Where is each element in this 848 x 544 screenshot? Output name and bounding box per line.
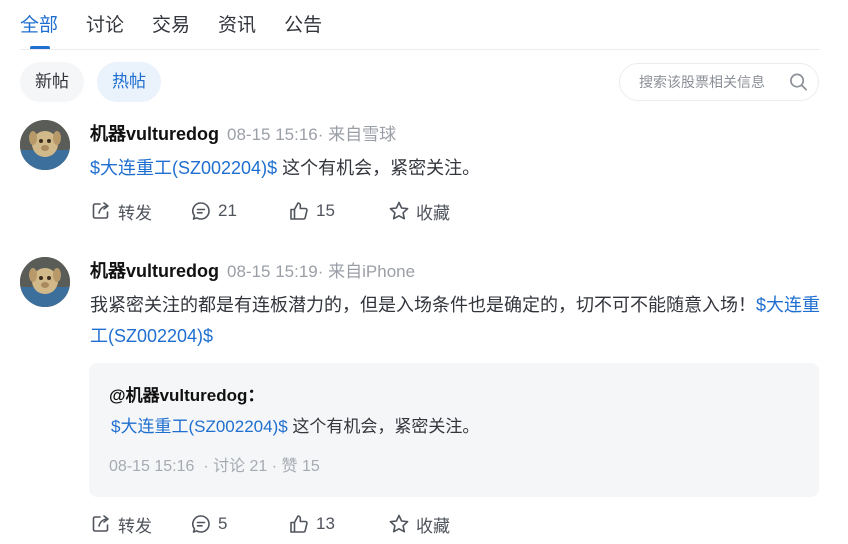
tab-announcements[interactable]: 公告 — [284, 12, 322, 50]
filter-new-posts-button[interactable]: 新帖 — [20, 62, 84, 102]
repost-icon — [92, 202, 109, 219]
comment-button[interactable]: 21 — [190, 200, 288, 222]
quoted-counts: · 讨论 21 · 赞 15 — [203, 458, 320, 475]
avatar[interactable] — [20, 257, 70, 307]
tab-news[interactable]: 资讯 — [218, 12, 256, 50]
repost-button[interactable]: 转发 — [90, 199, 190, 224]
post-time[interactable]: 08-15 15:19 — [227, 262, 318, 281]
stock-search-input[interactable] — [639, 74, 789, 90]
comment-icon — [192, 202, 210, 220]
tab-discussion[interactable]: 讨论 — [86, 12, 124, 50]
like-count: 15 — [316, 201, 335, 220]
post-source: · 来自iPhone — [317, 262, 416, 281]
post-meta: 机器vulturedog 08-15 15:19· 来自iPhone — [90, 257, 820, 285]
quoted-post-card[interactable]: @机器vulturedog： $大连重工(SZ002204)$ 这个有机会，紧密… — [89, 363, 819, 497]
post-actions: 转发 5 13 收藏 — [90, 510, 450, 538]
author-name[interactable]: 机器vulturedog — [90, 261, 219, 281]
comment-count: 21 — [218, 201, 237, 220]
stock-link[interactable]: $大连重工(SZ002204)$ — [111, 417, 288, 436]
comment-count: 5 — [218, 514, 228, 533]
comment-button[interactable]: 5 — [190, 513, 288, 535]
star-icon — [389, 201, 409, 220]
stock-search-box — [619, 63, 819, 101]
like-count: 13 — [316, 514, 335, 533]
like-button[interactable]: 13 — [288, 513, 388, 535]
quoted-author[interactable]: @机器vulturedog： — [109, 381, 264, 406]
stock-link[interactable]: $大连重工(SZ002204)$ — [90, 158, 277, 178]
repost-label: 转发 — [118, 516, 152, 536]
comment-icon — [192, 515, 210, 533]
tab-trade[interactable]: 交易 — [152, 12, 190, 50]
quoted-content: $大连重工(SZ002204)$ 这个有机会，紧密关注。 — [111, 413, 479, 441]
star-icon — [389, 514, 409, 533]
post-time[interactable]: 08-15 15:16 — [227, 125, 318, 144]
post-meta: 机器vulturedog 08-15 15:16· 来自雪球 — [90, 120, 820, 148]
post-actions: 转发 21 15 收藏 — [90, 197, 450, 225]
quoted-time: 08-15 15:16 — [109, 458, 195, 475]
post-source: · 来自雪球 — [317, 125, 397, 144]
tab-divider — [20, 49, 820, 50]
search-icon[interactable] — [789, 72, 808, 92]
post-content: $大连重工(SZ002204)$ 这个有机会，紧密关注。 — [90, 153, 820, 184]
favorite-button[interactable]: 收藏 — [388, 199, 450, 224]
favorite-label: 收藏 — [416, 516, 450, 536]
favorite-label: 收藏 — [416, 203, 450, 223]
tab-all[interactable]: 全部 — [20, 12, 58, 50]
author-name[interactable]: 机器vulturedog — [90, 124, 219, 144]
like-button[interactable]: 15 — [288, 200, 388, 222]
tab-bar: 全部 讨论 交易 资讯 公告 — [20, 12, 350, 50]
post-content: 我紧密关注的都是有连板潜力的，但是入场条件也是确定的，切不可不能随意入场！$大连… — [90, 290, 820, 352]
repost-button[interactable]: 转发 — [90, 512, 190, 537]
repost-icon — [92, 515, 109, 532]
post-text: 我紧密关注的都是有连板潜力的，但是入场条件也是确定的，切不可不能随意入场！ — [90, 295, 756, 315]
quoted-stats: 08-15 15:16 · 讨论 21 · 赞 15 — [109, 455, 320, 479]
favorite-button[interactable]: 收藏 — [388, 512, 450, 537]
thumbs-up-icon — [290, 515, 308, 533]
thumbs-up-icon — [290, 202, 308, 220]
quoted-text: 这个有机会，紧密关注。 — [287, 417, 480, 436]
post-body: 机器vulturedog 08-15 15:19· 来自iPhone 我紧密关注的… — [90, 257, 820, 352]
repost-label: 转发 — [118, 203, 152, 223]
post-body: 机器vulturedog 08-15 15:16· 来自雪球 $大连重工(SZ00… — [90, 120, 820, 184]
avatar[interactable] — [20, 120, 70, 170]
post-text: 这个有机会，紧密关注。 — [277, 158, 481, 178]
filter-hot-posts-button[interactable]: 热帖 — [97, 62, 161, 102]
